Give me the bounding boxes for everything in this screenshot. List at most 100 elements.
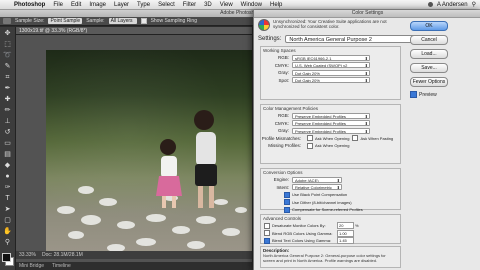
menu-layer[interactable]: Layer	[110, 2, 133, 8]
missing-ask-opening-checkbox[interactable]	[307, 142, 313, 149]
engine-value: Adobe (ACE)	[295, 177, 319, 183]
menu-filter[interactable]: Filter	[179, 2, 200, 8]
gradient-tool-icon[interactable]: ▤	[3, 150, 12, 159]
blend-rgb-label: Blend RGB Colors Using Gamma:	[272, 230, 333, 236]
zoom-tool-icon[interactable]: ⚲	[3, 238, 12, 247]
working-spot-select[interactable]: Dot Gain 20% ⬍	[292, 77, 370, 84]
mismatch-ask-pasting-checkbox[interactable]	[352, 135, 359, 142]
engine-label: Engine:	[273, 177, 289, 183]
move-tool-icon[interactable]: ✥	[3, 29, 12, 38]
blend-rgb-input[interactable]: 1.00	[337, 229, 354, 237]
brush-tool-icon[interactable]: ✏	[3, 106, 12, 115]
foreground-color-swatch[interactable]	[2, 253, 11, 262]
chevron-down-icon: ⬍	[364, 128, 368, 134]
blend-text-input[interactable]: 1.45	[337, 237, 354, 245]
mismatch-ask-pasting-label: Ask When Pasting	[360, 135, 394, 141]
color-swatches[interactable]	[0, 253, 15, 267]
desaturate-label: Desaturate Monitor Colors By:	[272, 223, 326, 229]
policy-gray-value: Preserve Embedded Profiles	[295, 128, 346, 134]
fewer-options-button[interactable]: Fewer Options	[410, 77, 448, 87]
crop-tool-icon[interactable]: ⌗	[3, 73, 12, 82]
policies-title: Color Management Policies	[263, 106, 319, 111]
preview-checkbox[interactable]	[410, 91, 417, 98]
working-rgb-select[interactable]: sRGB IEC61966-2.1 ⬍	[292, 54, 370, 61]
pen-tool-icon[interactable]: ✑	[3, 183, 12, 192]
blend-text-checkbox[interactable]	[264, 237, 270, 244]
menu-type[interactable]: Type	[133, 2, 154, 8]
shape-tool-icon[interactable]: ▢	[3, 216, 12, 225]
policy-cmyk-label: CMYK:	[274, 120, 289, 126]
ok-button[interactable]: OK	[410, 21, 448, 31]
load-button[interactable]: Load...	[410, 49, 448, 59]
status-icon[interactable]	[427, 2, 433, 7]
policy-cmyk-select[interactable]: Preserve Embedded Profiles ⬍	[292, 120, 370, 127]
menu-app[interactable]: Photoshop	[10, 2, 49, 8]
working-spot-row: Spot: Dot Gain 20% ⬍	[261, 77, 400, 85]
type-tool-icon[interactable]: T	[3, 194, 12, 203]
menu-edit[interactable]: Edit	[67, 2, 85, 8]
working-cmyk-select[interactable]: U.S. Web Coated (SWOP) v2 ⬍	[292, 62, 370, 69]
photo-content	[57, 110, 247, 252]
sample-size-select[interactable]: Point Sample	[48, 18, 83, 24]
policy-cmyk-value: Preserve Embedded Profiles	[295, 121, 346, 127]
advanced-title: Advanced Controls	[263, 216, 302, 221]
timeline-tab[interactable]: Timeline	[52, 262, 71, 270]
desaturate-checkbox[interactable]	[264, 222, 270, 229]
lasso-tool-icon[interactable]: ➰	[3, 51, 12, 60]
menubar: Photoshop File Edit Image Layer Type Sel…	[0, 0, 480, 10]
user-name[interactable]: A Andersen	[437, 2, 468, 8]
menu-3d[interactable]: 3D	[200, 2, 216, 8]
working-gray-value: Dot Gain 20%	[295, 70, 320, 76]
working-gray-select[interactable]: Dot Gain 20% ⬍	[292, 69, 370, 76]
sample-select[interactable]: All Layers	[108, 18, 137, 24]
blur-tool-icon[interactable]: ◆	[3, 161, 12, 170]
save-button[interactable]: Save...	[410, 63, 448, 73]
mini-bridge-tab[interactable]: Mini Bridge	[19, 262, 44, 270]
desaturate-input[interactable]: 20	[337, 222, 354, 230]
settings-select[interactable]: North America General Purpose 2 ⬍	[285, 35, 428, 43]
menu-file[interactable]: File	[49, 2, 67, 8]
policy-cmyk-row: CMYK: Preserve Embedded Profiles ⬍	[261, 120, 400, 128]
menu-image[interactable]: Image	[85, 2, 110, 8]
description-box: Description: North America General Purpo…	[260, 246, 401, 268]
chevron-down-icon: ⬍	[336, 185, 340, 191]
intent-select[interactable]: Relative Colorimetric ⬍	[292, 184, 342, 191]
menu-window[interactable]: Window	[237, 2, 266, 8]
engine-select[interactable]: Adobe (ACE) ⬍	[292, 176, 342, 183]
profile-mismatch-row: Profile Mismatches: Ask When Opening Ask…	[261, 135, 400, 143]
cancel-button[interactable]: Cancel	[410, 35, 448, 45]
clone-stamp-icon[interactable]: ⊥	[3, 117, 12, 126]
spotlight-icon[interactable]: ⚲	[472, 1, 476, 8]
menu-help[interactable]: Help	[266, 2, 286, 8]
bpc-checkbox[interactable]	[284, 191, 290, 198]
eyedropper-tool-icon[interactable]	[3, 18, 11, 24]
blend-rgb-checkbox[interactable]	[264, 230, 270, 237]
intent-row: Intent: Relative Colorimetric ⬍	[261, 184, 400, 192]
advanced-group: Advanced Controls Desaturate Monitor Col…	[260, 214, 401, 245]
quick-select-tool-icon[interactable]: ✎	[3, 62, 12, 71]
eyedropper-icon[interactable]: ✒	[3, 84, 12, 93]
canvas-area[interactable]	[16, 35, 252, 263]
menu-view[interactable]: View	[216, 2, 237, 8]
menu-select[interactable]: Select	[154, 2, 179, 8]
chevron-down-icon: ⬍	[364, 121, 368, 127]
policy-rgb-select[interactable]: Preserve Embedded Profiles ⬍	[292, 112, 370, 119]
document-photo[interactable]	[46, 50, 252, 256]
compensate-checkbox[interactable]	[284, 206, 290, 213]
zoom-level[interactable]: 33.33%	[19, 251, 36, 259]
hand-tool-icon[interactable]: ✋	[3, 227, 12, 236]
healing-brush-icon[interactable]: ✚	[3, 95, 12, 104]
dodge-tool-icon[interactable]: ●	[3, 172, 12, 181]
history-brush-icon[interactable]: ↺	[3, 128, 12, 137]
sample-size-label: Sample Size:	[15, 18, 45, 24]
path-select-icon[interactable]: ➤	[3, 205, 12, 214]
policy-gray-select[interactable]: Preserve Embedded Profiles ⬍	[292, 127, 370, 134]
document-tab[interactable]: 1300x19.tif @ 33.3% (RGB/8*)	[16, 27, 252, 35]
eraser-tool-icon[interactable]: ▭	[3, 139, 12, 148]
show-ring-checkbox[interactable]	[140, 18, 147, 24]
marquee-tool-icon[interactable]: ⬚	[3, 40, 12, 49]
missing-ask-opening-label: Ask When Opening	[315, 143, 350, 149]
working-spot-value: Dot Gain 20%	[295, 78, 320, 84]
dither-checkbox[interactable]	[284, 199, 290, 206]
mismatch-ask-opening-checkbox[interactable]	[307, 135, 313, 142]
